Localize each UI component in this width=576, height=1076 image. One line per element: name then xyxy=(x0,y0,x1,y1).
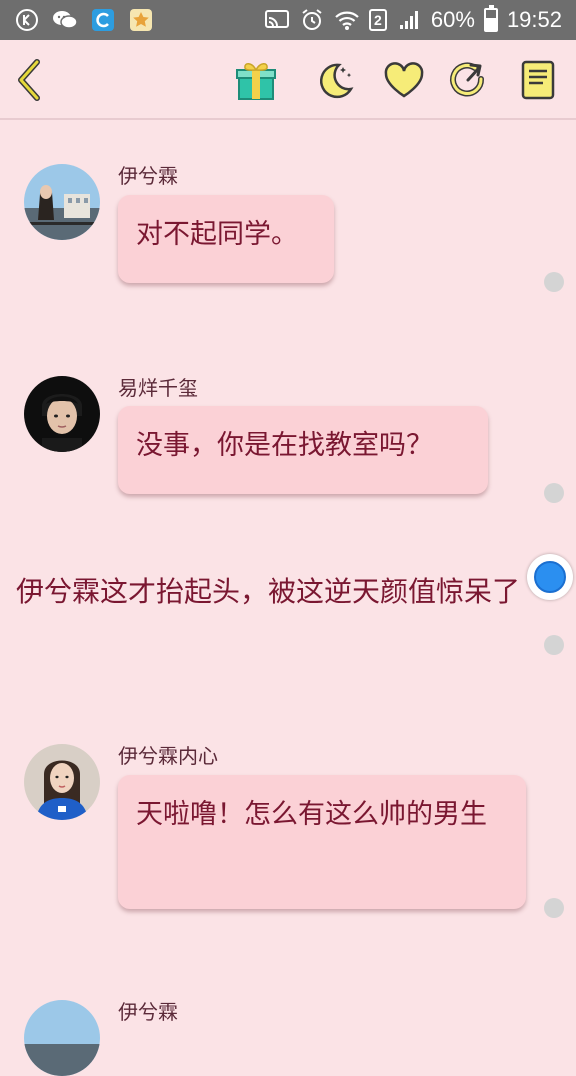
speaker-name: 伊兮霖 xyxy=(118,164,178,188)
catalog-button[interactable] xyxy=(514,56,562,104)
message-bubble[interactable]: 没事，你是在找教室吗？ xyxy=(118,406,488,494)
battery-percent: 60% xyxy=(430,7,475,32)
browser-icon xyxy=(90,7,116,33)
star-app-icon xyxy=(128,7,154,33)
battery-icon xyxy=(483,5,498,32)
signal-icon xyxy=(396,7,422,33)
status-bar: 2 60% 19:52 xyxy=(0,0,576,40)
system-icons: 2 60% 19:52 xyxy=(264,0,562,40)
girl-city-avatar-image xyxy=(24,164,100,240)
speaker-name: 伊兮霖内心 xyxy=(118,744,218,768)
boy-avatar-image xyxy=(24,376,100,452)
night-mode-button[interactable] xyxy=(310,56,358,104)
notification-icons xyxy=(14,6,154,34)
speaker-name: 伊兮霖 xyxy=(118,1000,178,1024)
back-button[interactable] xyxy=(6,56,54,104)
floating-assistant-button[interactable] xyxy=(527,554,573,600)
comment-dot[interactable] xyxy=(544,483,564,503)
avatar[interactable] xyxy=(24,744,100,820)
girl-city-avatar-image xyxy=(24,1000,100,1076)
alarm-icon xyxy=(299,7,325,33)
gift-icon xyxy=(236,63,276,100)
message-bubble[interactable]: 对不起同学。 xyxy=(118,195,334,283)
cast-icon xyxy=(264,7,290,33)
wechat-icon xyxy=(52,7,78,33)
narration-text: 伊兮霖这才抬起头，被这逆天颜值惊呆了 xyxy=(16,575,521,608)
k-app-icon xyxy=(14,7,40,33)
refresh-icon xyxy=(450,62,485,97)
avatar[interactable] xyxy=(24,1000,100,1076)
assistant-icon xyxy=(534,561,566,593)
sim-badge: 2 xyxy=(368,9,387,31)
girl-blue-avatar-image xyxy=(24,744,100,820)
toolbar xyxy=(0,40,576,120)
avatar[interactable] xyxy=(24,376,100,452)
comment-dot[interactable] xyxy=(544,898,564,918)
share-button[interactable] xyxy=(444,56,492,104)
comment-dot[interactable] xyxy=(544,272,564,292)
clock: 19:52 xyxy=(506,7,562,32)
favorite-button[interactable] xyxy=(380,56,428,104)
back-icon xyxy=(18,59,40,101)
heart-icon xyxy=(384,62,424,98)
moon-icon xyxy=(319,63,354,99)
speaker-name: 易烊千玺 xyxy=(118,376,198,400)
message-bubble[interactable]: 天啦噜！怎么有这么帅的男生 xyxy=(118,775,526,909)
notebook-icon xyxy=(521,60,555,100)
wifi-icon xyxy=(334,7,360,33)
avatar[interactable] xyxy=(24,164,100,240)
gift-button[interactable] xyxy=(232,56,280,104)
comment-dot[interactable] xyxy=(544,635,564,655)
